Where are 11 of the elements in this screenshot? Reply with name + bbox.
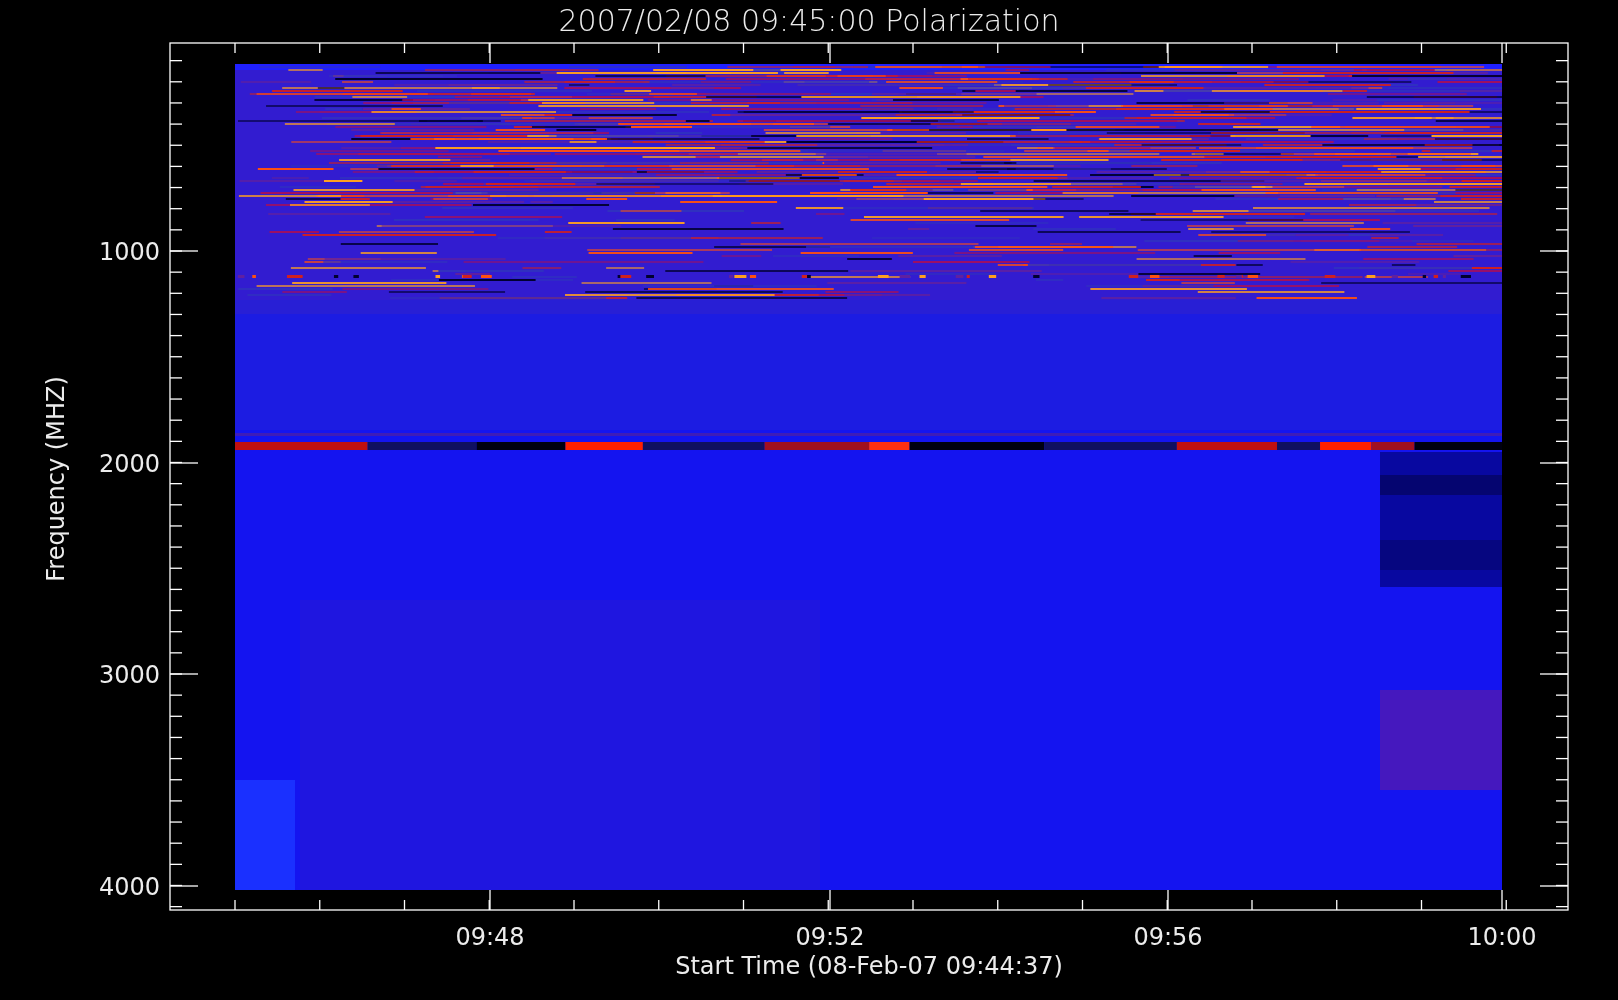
y-tick-label: 1000 [98,238,160,266]
y-axis-label: Frequency (MHZ) [42,376,70,582]
y-tick-label: 2000 [98,450,160,478]
x-tick-label: 09:56 [1133,923,1203,951]
y-tick-label: 3000 [98,661,160,689]
x-axis-label: Start Time (08-Feb-07 09:44:37) [675,952,1063,980]
x-tick-label: 09:48 [455,923,525,951]
y-tick-label: 4000 [98,873,160,901]
x-tick-label: 10:00 [1467,923,1537,951]
plot-title: 2007/02/08 09:45:00 Polarization [558,3,1060,38]
x-tick-label: 09:52 [795,923,865,951]
